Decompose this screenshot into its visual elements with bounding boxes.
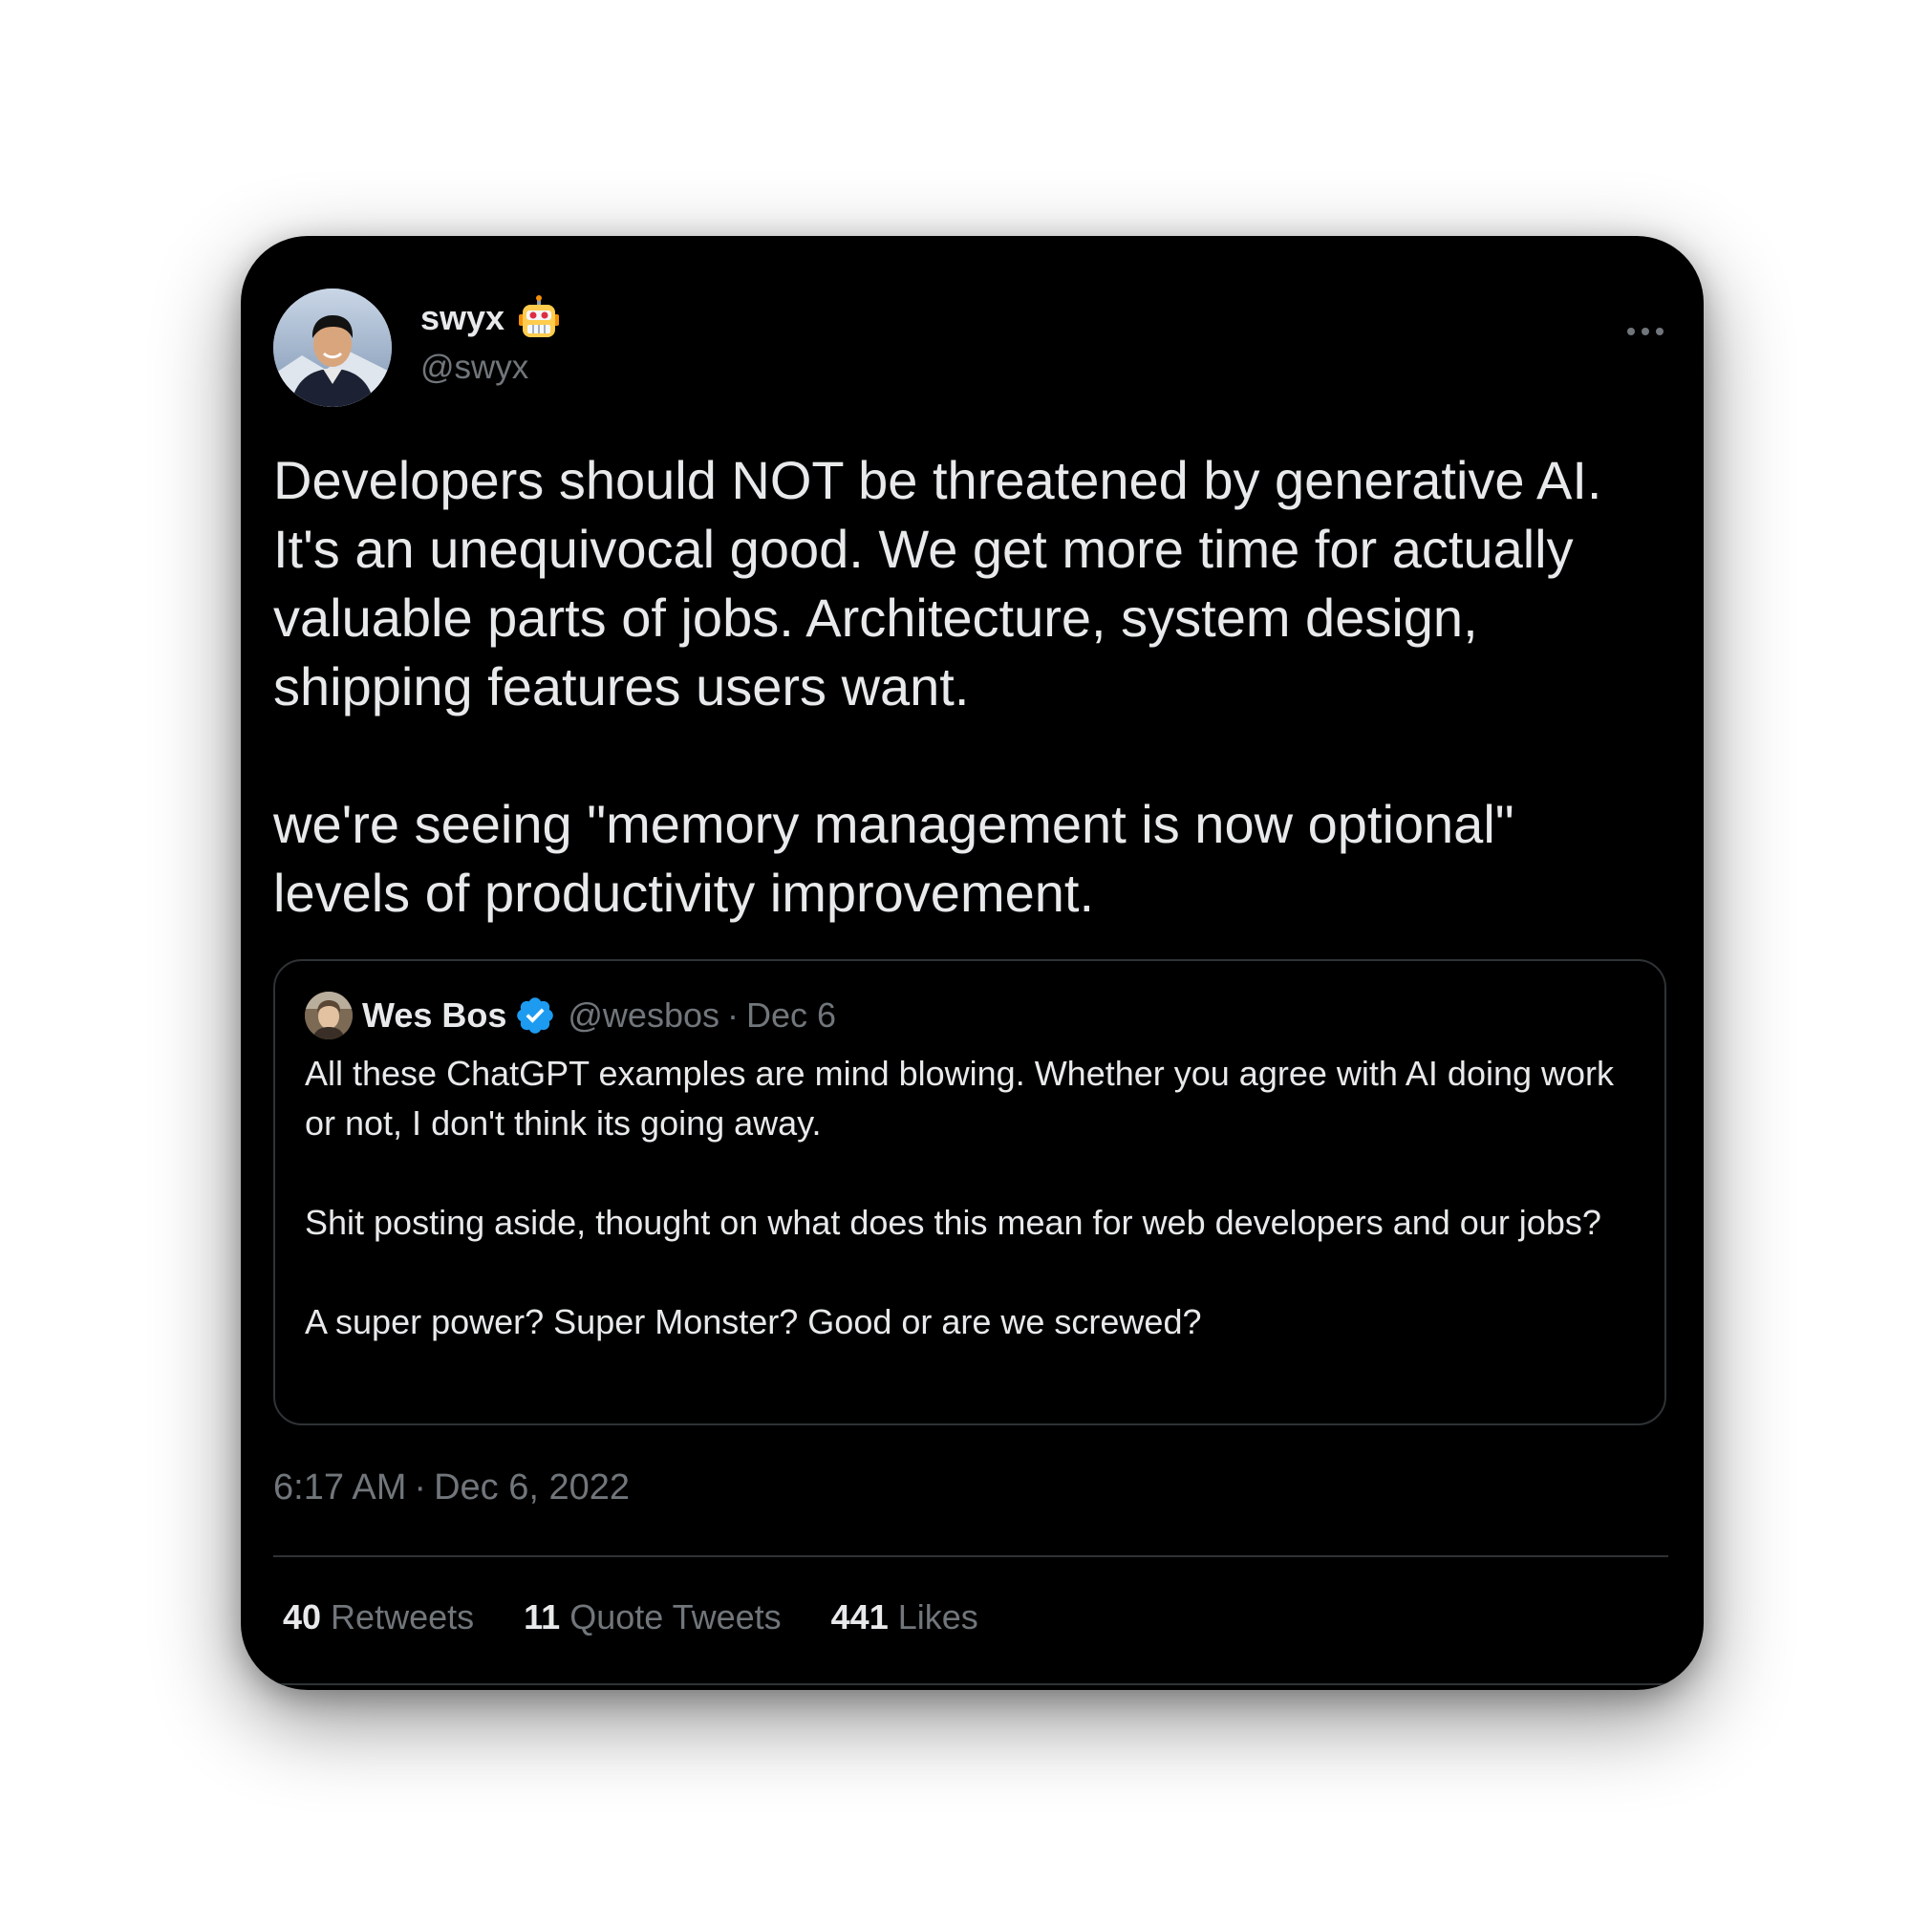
quoted-author-avatar-photo xyxy=(305,992,353,1039)
retweets-count: 40 xyxy=(283,1597,322,1636)
likes-count: 441 xyxy=(830,1597,889,1636)
divider xyxy=(273,1555,1668,1557)
author-avatar[interactable] xyxy=(273,289,392,407)
engagement-stats: 40 Retweets 11 Quote Tweets 441 Likes xyxy=(283,1594,1028,1640)
quoted-author-display-name: Wes Bos xyxy=(362,995,507,1035)
more-options-button[interactable] xyxy=(1617,312,1674,351)
author-display-name[interactable]: swyx xyxy=(420,297,504,339)
timestamp-separator: · xyxy=(414,1467,427,1508)
more-dots-icon xyxy=(1627,328,1664,335)
author-avatar-photo xyxy=(273,289,392,407)
quoted-author-avatar xyxy=(305,992,353,1039)
tweet-card: swyx @swyx Developers should NOT be thre… xyxy=(241,236,1704,1690)
likes-label: Likes xyxy=(897,1597,978,1636)
quoted-tweet-header: Wes Bos @wesbos · Dec 6 xyxy=(305,992,836,1039)
quote-tweets-count: 11 xyxy=(524,1597,561,1636)
bottom-divider xyxy=(273,1683,1668,1685)
tweet-text: Developers should NOT be threatened by g… xyxy=(273,450,1602,923)
quote-tweets-stat[interactable]: 11 Quote Tweets xyxy=(524,1594,782,1640)
quoted-tweet[interactable]: Wes Bos @wesbos · Dec 6 All these ChatGP… xyxy=(273,959,1666,1425)
author-name-row[interactable]: swyx xyxy=(420,295,562,341)
verified-badge-icon xyxy=(517,997,554,1034)
quote-tweets-label: Quote Tweets xyxy=(569,1597,782,1636)
retweets-stat[interactable]: 40 Retweets xyxy=(283,1594,474,1640)
quoted-author-handle: @wesbos xyxy=(568,995,719,1035)
quoted-header-separator: · xyxy=(727,995,739,1035)
likes-stat[interactable]: 441 Likes xyxy=(831,1594,978,1640)
tweet-time: 6:17 AM xyxy=(273,1467,407,1508)
tweet-date: Dec 6, 2022 xyxy=(434,1467,630,1508)
robot-face-emoji-icon xyxy=(519,295,560,337)
author-handle[interactable]: @swyx xyxy=(420,347,528,389)
quoted-tweet-date: Dec 6 xyxy=(746,995,837,1035)
retweets-label: Retweets xyxy=(331,1597,475,1636)
quoted-tweet-text: All these ChatGPT examples are mind blow… xyxy=(305,1054,1615,1341)
tweet-timestamp[interactable]: 6:17 AM · Dec 6, 2022 xyxy=(273,1465,630,1510)
